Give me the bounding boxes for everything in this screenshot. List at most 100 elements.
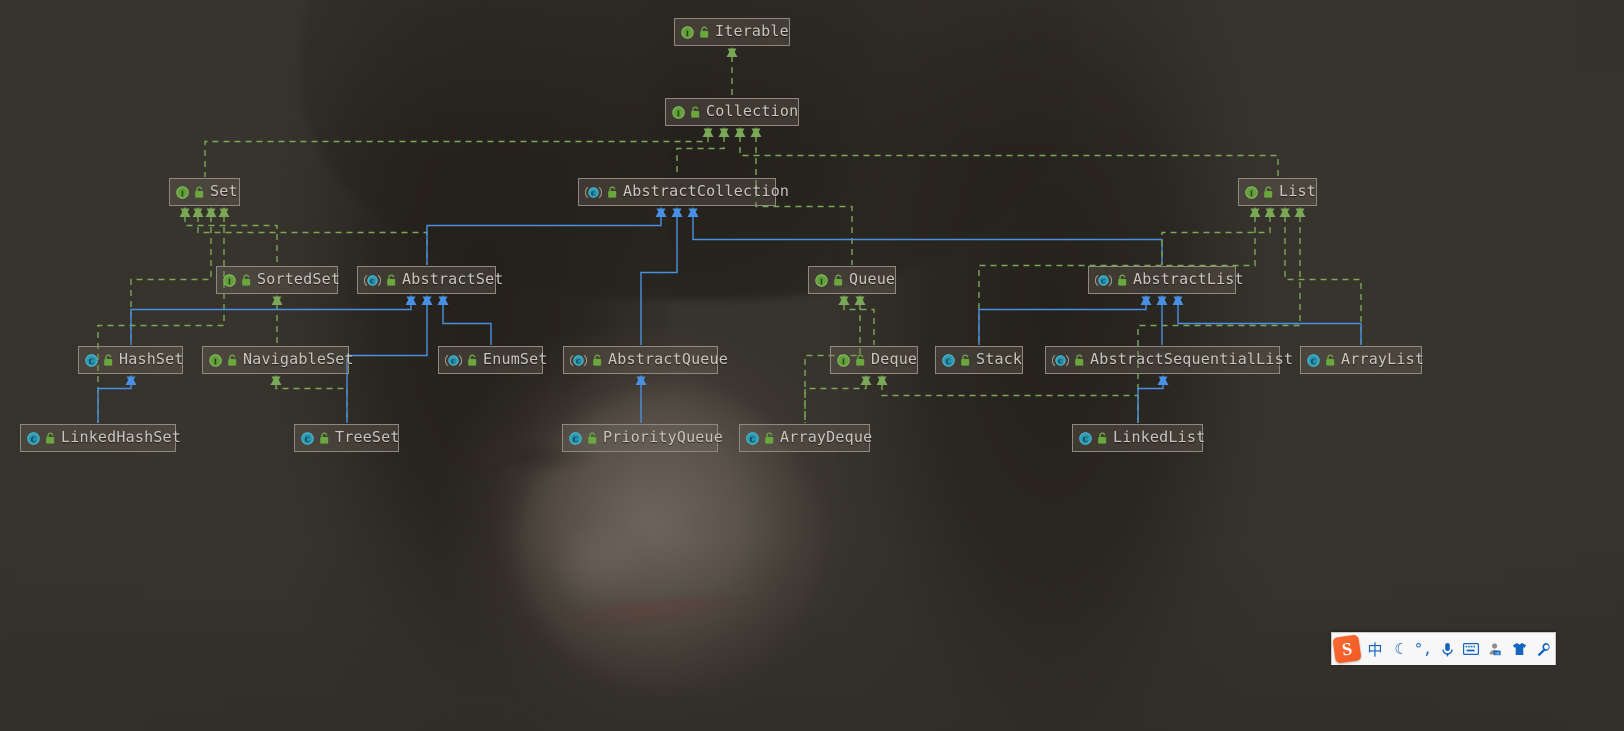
interface-icon: I xyxy=(681,25,694,39)
class-icon: C xyxy=(569,431,582,445)
svg-text:18: 18 xyxy=(1495,650,1500,655)
interface-icon: I xyxy=(176,185,189,199)
arrowhead xyxy=(1156,295,1168,305)
moon-icon[interactable]: ☾ xyxy=(1387,633,1411,665)
sogou-ime-toolbar[interactable]: S 中 ☾ °, 18 xyxy=(1331,632,1556,665)
class-node-sortedset[interactable]: I SortedSet xyxy=(216,266,341,294)
interface-icon: I xyxy=(672,105,685,119)
public-lock-icon xyxy=(834,273,843,286)
public-lock-icon xyxy=(195,185,204,198)
arrowhead xyxy=(205,207,217,217)
svg-text:C: C xyxy=(1311,356,1317,365)
class-node-hashset[interactable]: C HashSet xyxy=(78,346,183,374)
class-icon: C xyxy=(1079,431,1092,445)
svg-text:C: C xyxy=(591,190,596,197)
arrowhead xyxy=(1294,207,1306,217)
arrowhead xyxy=(838,295,850,305)
edge-abstractset-to-set xyxy=(193,208,428,265)
svg-text:I: I xyxy=(686,28,689,37)
class-node-queue[interactable]: I Queue xyxy=(808,266,896,294)
public-lock-icon xyxy=(700,25,709,38)
class-node-navigableset[interactable]: I NavigableSet xyxy=(202,346,354,374)
class-node-label: SortedSet xyxy=(257,270,341,288)
interface-icon: I xyxy=(1245,185,1258,199)
class-node-arraydeque[interactable]: C ArrayDeque xyxy=(739,424,872,452)
arrowhead xyxy=(718,127,730,137)
svg-text:C: C xyxy=(89,356,95,365)
public-lock-icon xyxy=(387,273,396,286)
edge-set-to-collection xyxy=(204,128,713,177)
class-node-stack[interactable]: C Stack xyxy=(935,346,1023,374)
edge-arraylist-to-abstractlist xyxy=(1173,296,1362,345)
class-node-arraylist[interactable]: C ArrayList xyxy=(1300,346,1425,374)
edge-hashset-to-abstractset xyxy=(130,296,416,345)
class-node-label: Collection xyxy=(706,102,799,120)
class-node-treeset[interactable]: C TreeSet xyxy=(294,424,399,452)
arrowhead xyxy=(1279,207,1291,217)
arrowhead xyxy=(218,207,230,217)
class-node-label: PriorityQueue xyxy=(603,428,723,446)
arrowhead xyxy=(635,375,647,385)
toolbox-wrench-icon[interactable] xyxy=(1531,633,1555,665)
class-node-iterable[interactable]: I Iterable xyxy=(674,18,790,46)
public-lock-icon xyxy=(1118,273,1127,286)
class-node-priorityqueue[interactable]: C PriorityQueue xyxy=(562,424,723,452)
class-node-label: Iterable xyxy=(715,22,789,40)
class-node-label: ArrayList xyxy=(1341,350,1425,368)
abstract-class-icon: C xyxy=(570,354,587,366)
svg-text:C: C xyxy=(305,434,311,443)
voice-input-icon[interactable] xyxy=(1435,633,1459,665)
class-icon: C xyxy=(27,431,40,445)
class-node-list[interactable]: I List xyxy=(1238,178,1317,206)
class-node-deque[interactable]: I Deque xyxy=(830,346,918,374)
svg-text:I: I xyxy=(214,356,217,365)
class-node-label: LinkedList xyxy=(1113,428,1206,446)
skin-shirt-icon[interactable] xyxy=(1507,633,1531,665)
edge-abstractset-to-abstractcollection xyxy=(426,208,666,265)
public-lock-icon xyxy=(856,353,865,366)
user-profile-icon[interactable]: 18 xyxy=(1483,633,1507,665)
arrowhead xyxy=(405,295,417,305)
public-lock-icon xyxy=(608,185,617,198)
class-node-abstractcollection[interactable]: C AbstractCollection xyxy=(578,178,789,206)
interface-icon: I xyxy=(837,353,850,367)
class-node-label: AbstractSet xyxy=(402,270,504,288)
class-node-abstractlist[interactable]: C AbstractList xyxy=(1088,266,1244,294)
class-icon: C xyxy=(1307,353,1320,367)
edge-linkedlist-to-abstractsequentiallist xyxy=(1137,376,1168,423)
class-node-abstractqueue[interactable]: C AbstractQueue xyxy=(563,346,728,374)
abstract-class-icon: C xyxy=(364,274,381,286)
class-node-collection[interactable]: I Collection xyxy=(665,98,799,126)
class-node-abstractsequentiallist[interactable]: C AbstractSequentialList xyxy=(1045,346,1293,374)
svg-text:I: I xyxy=(677,108,680,117)
edge-sortedset-to-set xyxy=(180,208,278,265)
class-node-abstractset[interactable]: C AbstractSet xyxy=(357,266,503,294)
public-lock-icon xyxy=(468,353,477,366)
arrowhead xyxy=(702,127,714,137)
svg-text:C: C xyxy=(1058,358,1063,365)
edge-treeset-to-abstractset xyxy=(346,296,432,423)
class-node-label: LinkedHashSet xyxy=(61,428,181,446)
soft-keyboard-icon[interactable] xyxy=(1459,633,1483,665)
class-node-linkedlist[interactable]: C LinkedList xyxy=(1072,424,1206,452)
svg-text:C: C xyxy=(750,434,756,443)
class-node-linkedhashset[interactable]: C LinkedHashSet xyxy=(20,424,181,452)
edge-treeset-to-navigableset xyxy=(271,376,348,423)
fullwidth-toggle-icon[interactable]: °, xyxy=(1411,633,1435,665)
edge-abstractlist-to-list xyxy=(1161,208,1275,265)
svg-text:C: C xyxy=(576,358,581,365)
class-node-enumset[interactable]: C EnumSet xyxy=(438,346,547,374)
class-node-label: NavigableSet xyxy=(243,350,354,368)
chinese-english-toggle[interactable]: 中 xyxy=(1363,633,1387,665)
class-node-label: List xyxy=(1279,182,1316,200)
interface-icon: I xyxy=(223,273,236,287)
arrowhead xyxy=(876,375,888,385)
public-lock-icon xyxy=(242,273,251,286)
arrowhead xyxy=(860,375,872,385)
edge-stack-to-abstractlist xyxy=(978,296,1151,345)
public-lock-icon xyxy=(961,353,970,366)
class-node-set[interactable]: I Set xyxy=(169,178,240,206)
svg-text:C: C xyxy=(31,434,37,443)
sogou-logo-icon[interactable]: S xyxy=(1332,634,1362,664)
svg-text:C: C xyxy=(946,356,952,365)
